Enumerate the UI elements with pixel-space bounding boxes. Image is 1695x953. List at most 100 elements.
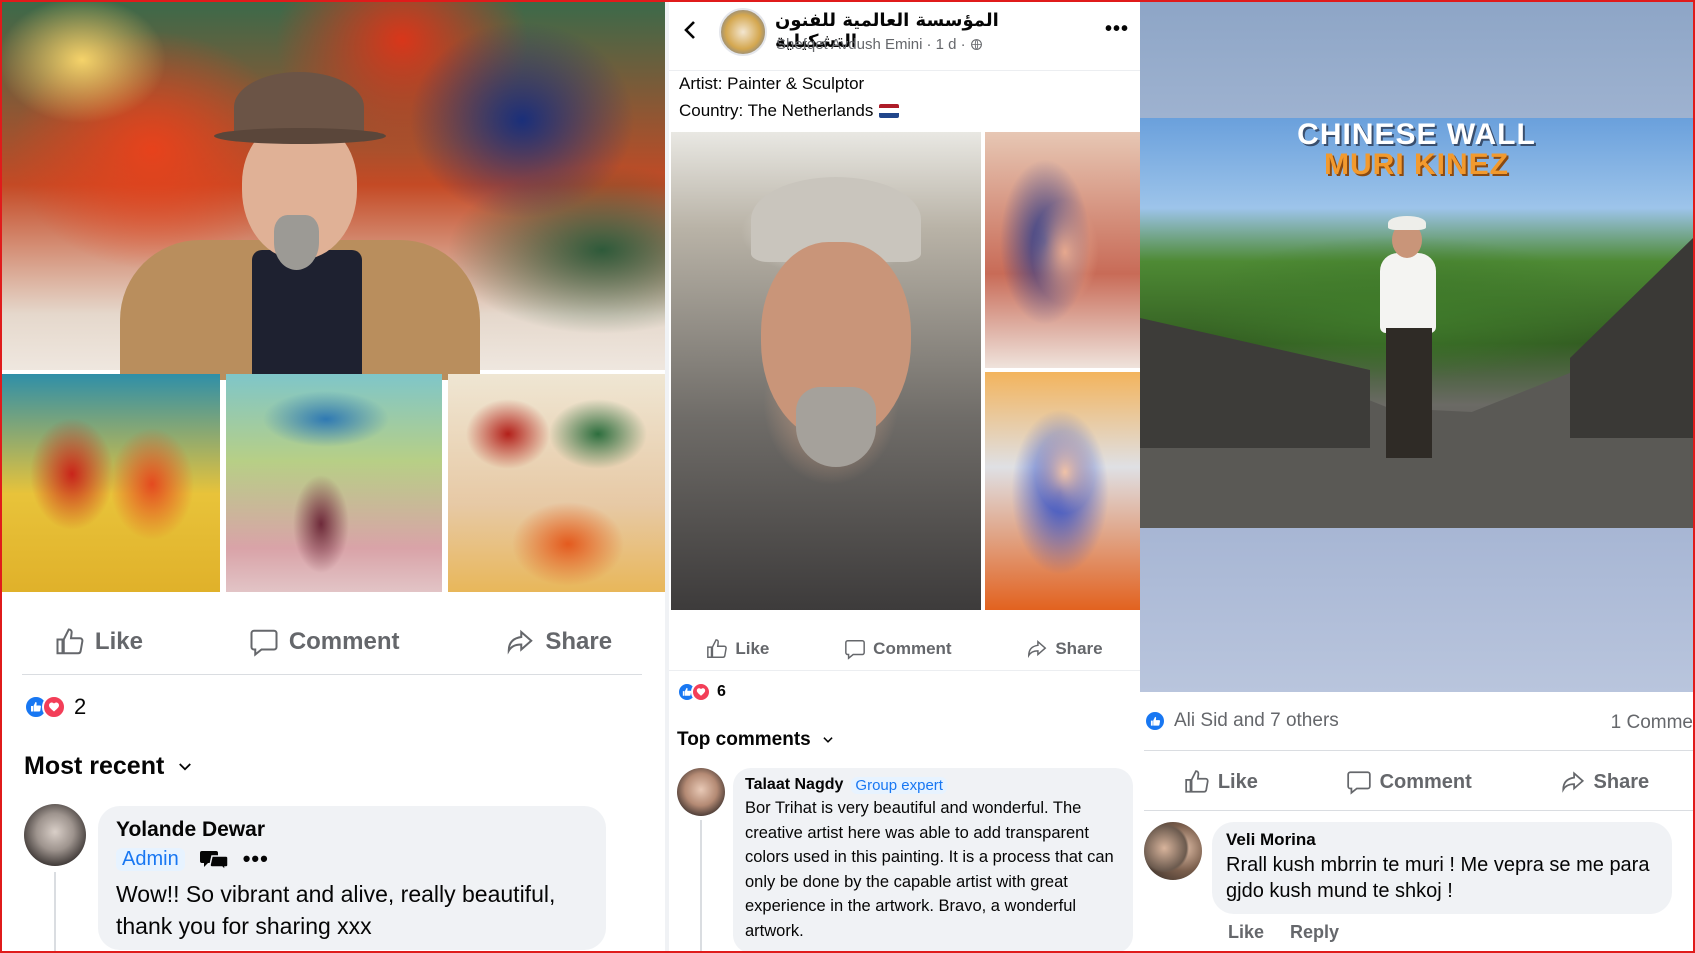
post-panel-right: CHINESE WALL MURI KINEZ Ali Sid and 7 ot…	[1140, 0, 1693, 953]
artwork-gallery	[2, 374, 665, 592]
comment-author[interactable]: Talaat Nagdy	[745, 776, 843, 794]
post-line-country: Country: The Netherlands	[679, 101, 874, 120]
post-time: · 1 d ·	[926, 36, 966, 53]
netherlands-flag-icon	[879, 103, 900, 118]
avatar[interactable]	[1144, 822, 1202, 880]
like-button[interactable]: Like	[1184, 769, 1258, 795]
share-label: Share	[545, 628, 613, 655]
reaction-count: 6	[717, 683, 726, 700]
reaction-names: Ali Sid and 7 others	[1174, 710, 1339, 731]
comment-icon	[1346, 771, 1371, 795]
comment-sort-dropdown[interactable]: Most recent	[24, 752, 194, 781]
thumbs-up-icon	[707, 639, 728, 658]
admin-badge: Admin	[116, 847, 185, 871]
share-button[interactable]: Share	[1026, 638, 1103, 660]
author-badges: Admin •••	[116, 846, 588, 872]
group-avatar[interactable]	[719, 8, 767, 56]
chevron-left-icon[interactable]	[679, 18, 703, 42]
thumbs-up-icon	[1185, 770, 1209, 793]
share-button[interactable]: Share	[505, 627, 612, 657]
post-panel-middle: المؤسسة العالمية للفنون التشكيلية Shefqe…	[669, 0, 1140, 953]
comment-text: Bor Trihat is very beautiful and wonderf…	[745, 799, 1114, 940]
banner-title-albanian: MURI KINEZ	[1324, 148, 1509, 181]
post-line-artist: Artist: Painter & Sculptor	[679, 74, 865, 93]
community-chat-icon	[199, 851, 229, 870]
sort-label: Top comments	[677, 729, 811, 750]
portrait-painting-1[interactable]	[985, 132, 1140, 368]
image-top-blur	[1140, 0, 1693, 118]
comment-like-link[interactable]: Like	[1228, 922, 1264, 943]
artwork-thumbnail-2[interactable]	[226, 374, 442, 592]
artwork-thumbnail-3[interactable]	[448, 374, 665, 592]
thread-line	[54, 872, 56, 953]
like-reaction-icon	[1144, 710, 1166, 732]
portrait-painting-2[interactable]	[985, 372, 1140, 610]
comment-icon	[250, 629, 278, 657]
chevron-down-icon	[179, 762, 192, 771]
comment-bubble: Talaat Nagdy Group expert Bor Trihat is …	[733, 768, 1133, 953]
reaction-count: 2	[74, 694, 87, 719]
more-icon[interactable]: •••	[243, 846, 269, 872]
comment-author[interactable]: Yolande Dewar	[116, 818, 588, 842]
separator	[1144, 810, 1693, 811]
separator	[22, 674, 642, 675]
post-author[interactable]: Shefqet Avdush Emini	[776, 36, 922, 53]
post-line-country-row: Country: The Netherlands	[679, 97, 900, 124]
avatar[interactable]	[24, 804, 86, 866]
artist-shirt	[252, 250, 362, 380]
avatar[interactable]	[677, 768, 725, 816]
comment-label: Comment	[288, 628, 400, 655]
share-icon	[1028, 640, 1047, 659]
more-icon[interactable]: •••	[1105, 18, 1129, 41]
comment-author[interactable]: Veli Morina	[1226, 830, 1658, 850]
post-meta: Shefqet Avdush Emini · 1 d ·	[776, 36, 983, 53]
great-wall-photo[interactable]: CHINESE WALL MURI KINEZ	[1140, 118, 1693, 528]
separator	[1144, 750, 1693, 751]
love-reaction-icon	[691, 682, 711, 702]
thread-line	[700, 820, 702, 953]
thumbs-up-icon	[56, 628, 84, 655]
comment-button[interactable]: Comment	[844, 638, 952, 660]
comment-text: Rrall kush mbrrin te muri ! Me vepra se …	[1226, 854, 1650, 902]
banner-title-english: CHINESE WALL	[1297, 118, 1536, 151]
comment-text: Wow!! So vibrant and alive, really beaut…	[116, 881, 556, 939]
comment-bubble: Veli Morina Rrall kush mbrrin te muri ! …	[1212, 822, 1672, 914]
share-label: Share	[1055, 639, 1103, 658]
share-icon	[1561, 771, 1584, 793]
globe-icon	[970, 39, 982, 50]
post-actions: Like Comment Share	[669, 630, 1140, 668]
share-label: Share	[1593, 770, 1650, 793]
comment-bubble: Yolande Dewar Admin ••• Wow!! So vibrant…	[98, 806, 606, 950]
comment-sort-dropdown[interactable]: Top comments	[677, 729, 835, 751]
wall-right-parapet	[1570, 238, 1693, 438]
like-label: Like	[94, 628, 143, 655]
share-button[interactable]: Share	[1560, 769, 1650, 795]
separator	[669, 670, 1140, 671]
reaction-summary[interactable]: 6	[677, 682, 726, 702]
post-actions: Like Comment Share	[2, 612, 665, 672]
post-text: Artist: Painter & Sculptor Country: The …	[679, 70, 900, 124]
reaction-summary[interactable]: Ali Sid and 7 others	[1144, 710, 1339, 732]
hat-brim	[214, 128, 386, 144]
artist-beard	[796, 387, 876, 467]
man-cap	[1388, 216, 1426, 230]
like-button[interactable]: Like	[55, 627, 143, 657]
comment-label: Comment	[873, 639, 952, 658]
comment-button[interactable]: Comment	[249, 627, 400, 657]
post-panel-left: Like Comment Share 2 Most recent Yolande…	[2, 0, 665, 953]
comment-button[interactable]: Comment	[1346, 769, 1472, 795]
sort-label: Most recent	[24, 752, 165, 780]
comments-count[interactable]: 1 Comme	[1611, 712, 1693, 734]
comment-header: Talaat Nagdy Group expert	[745, 776, 1121, 794]
comment-reply-link[interactable]: Reply	[1290, 922, 1339, 943]
artist-selfie-photo[interactable]	[671, 132, 981, 610]
man-trousers	[1386, 328, 1432, 458]
artist-beard	[274, 215, 319, 270]
artist-photo[interactable]	[2, 0, 665, 380]
reaction-summary[interactable]: 2	[24, 694, 86, 720]
chevron-down-icon	[823, 737, 833, 743]
artwork-thumbnail-1[interactable]	[2, 374, 220, 592]
like-button[interactable]: Like	[706, 638, 769, 660]
comment-icon	[845, 640, 866, 660]
comment-actions: Like Reply	[1228, 922, 1339, 943]
